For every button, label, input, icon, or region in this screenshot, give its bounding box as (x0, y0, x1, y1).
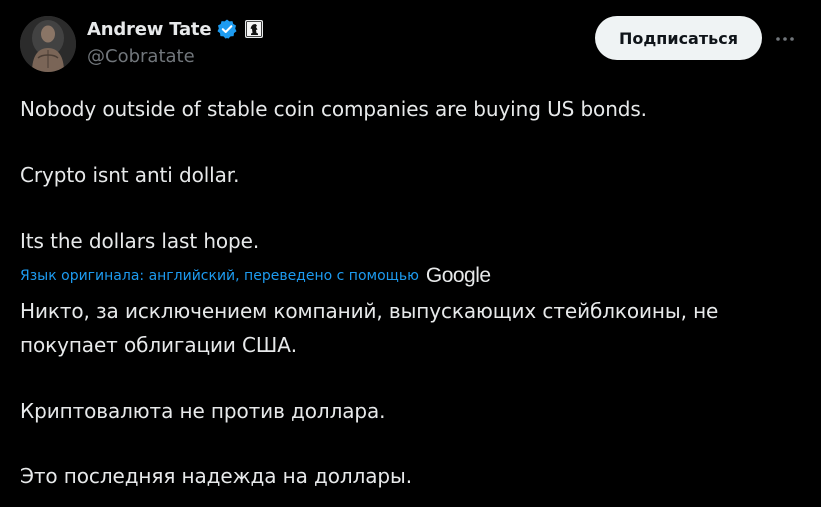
translation-note[interactable]: Язык оригинала: английский, переведено с… (20, 263, 491, 289)
tweet-original-line: Nobody outside of stable coin companies … (20, 97, 647, 121)
tweet-translated-line: покупает облигации США. (20, 333, 298, 357)
author-display-name[interactable]: Andrew Tate (87, 19, 212, 40)
tweet-translated-line: Это последняя надежда на доллары. (20, 464, 412, 488)
author-name-row: Andrew Tate (87, 17, 265, 41)
translation-note-text[interactable]: Язык оригинала: английский, переведено с… (20, 268, 419, 284)
affiliate-badge-icon[interactable] (243, 18, 265, 40)
more-horizontal-icon (776, 37, 794, 41)
tweet-original-line: Crypto isnt anti dollar. (20, 163, 240, 187)
avatar[interactable] (20, 16, 76, 72)
tweet-original-line: Its the dollars last hope. (20, 229, 260, 253)
more-options-button[interactable] (770, 24, 800, 54)
tweet-translated-line: Криптовалюта не против доллара. (20, 399, 386, 423)
avatar-image (20, 16, 76, 72)
verified-badge-icon (216, 18, 238, 40)
author-handle[interactable]: @Cobratate (87, 46, 195, 67)
subscribe-button[interactable]: Подписаться (595, 16, 762, 60)
tweet: Andrew Tate @Cobratate Подписаться Nobod… (0, 0, 821, 507)
tweet-translated-line: Никто, за исключением компаний, выпускаю… (20, 299, 719, 323)
google-logo: Google (425, 264, 491, 287)
